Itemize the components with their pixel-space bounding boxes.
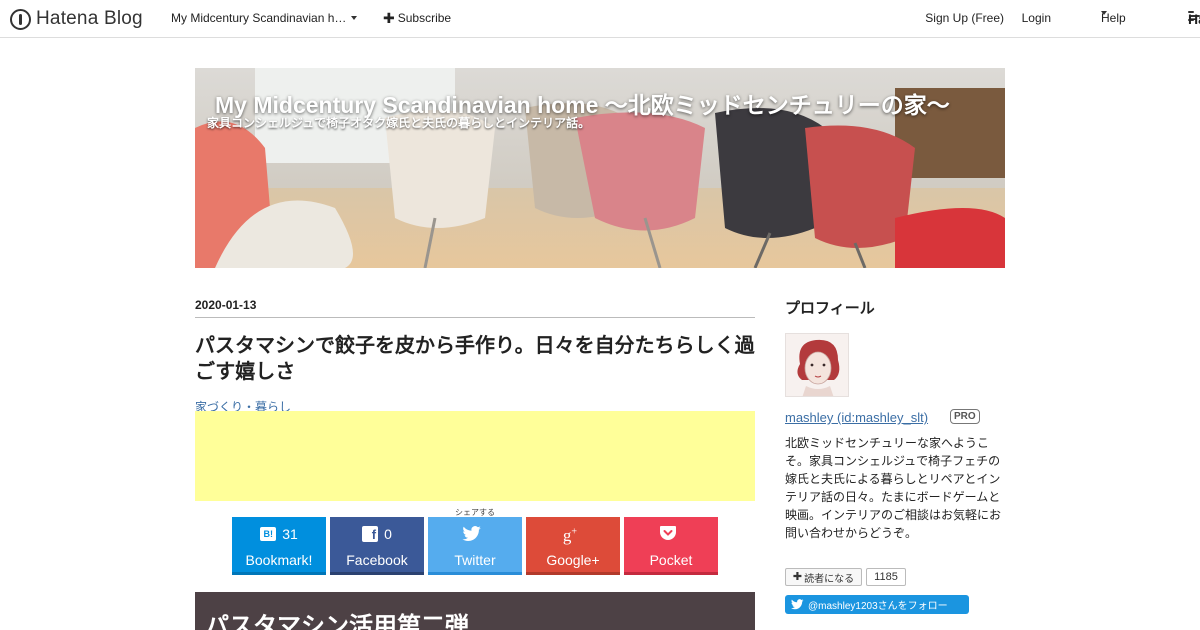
avatar[interactable] [785, 333, 849, 397]
subscribe-button[interactable]: ✚ Subscribe [383, 11, 451, 25]
entry-title[interactable]: パスタマシンで餃子を皮から手作り。日々を自分たちらしく過ごす嬉しさ [195, 333, 755, 385]
reader-count[interactable]: 1185 [866, 568, 906, 586]
hatena-blog-logo[interactable]: Hatena Blog [10, 8, 143, 30]
blog-description: 家具コンシェルジュで椅子オタク嫁氏と夫氏の暮らしとインテリア話。 [207, 116, 591, 130]
share-label-text: Google+ [546, 552, 600, 568]
share-label-text: Pocket [649, 552, 693, 568]
share-button-hatena[interactable]: B! 31 Bookmark! [232, 517, 326, 575]
blog-selector-label: My Midcentury Scandinavian h… [171, 11, 347, 25]
hatena-bookmark-icon: B! [260, 527, 277, 541]
reader-button-label: 読者になる [804, 573, 855, 585]
hatena-blog-logo-icon [10, 8, 31, 30]
plus-icon: ✚ [383, 10, 395, 26]
entry-date[interactable]: 2020-01-13 [195, 298, 755, 318]
share-count: 0 [384, 526, 392, 542]
share-button-pocket[interactable]: Pocket [624, 517, 718, 575]
logo-text: Hatena Blog [36, 8, 143, 29]
blog-header-banner[interactable]: My Midcentury Scandinavian home 〜北欧ミッドセン… [195, 68, 1005, 268]
google-plus-icon: g+ [562, 526, 578, 545]
share-bar [330, 572, 424, 575]
facebook-icon: f [362, 526, 379, 542]
section-heading: パスタマシン活用第二弾 [195, 592, 755, 630]
share-bar [232, 572, 326, 575]
share-button-googleplus[interactable]: g+ Google+ [526, 517, 620, 575]
subscribe-reader-button[interactable]: ✚ 読者になる [785, 568, 862, 586]
chevron-down-icon [351, 16, 358, 20]
share-bar [428, 572, 522, 575]
pocket-icon [660, 526, 676, 540]
share-bar [526, 572, 620, 575]
avatar-illustration [786, 334, 848, 396]
chevron-down-icon [1101, 11, 1107, 15]
share-count: 31 [282, 526, 298, 542]
pro-badge[interactable]: PRO [950, 409, 980, 424]
subscribe-label: Subscribe [397, 11, 452, 25]
twitter-icon [462, 526, 481, 541]
share-button-facebook[interactable]: f 0 Facebook [330, 517, 424, 575]
signup-link[interactable]: Sign Up (Free) [925, 11, 1004, 25]
blog-selector-dropdown[interactable]: My Midcentury Scandinavian h… [171, 11, 358, 25]
share-label-text: Facebook [346, 552, 408, 568]
share-label-text: Bookmark! [245, 552, 313, 568]
profile-name-link[interactable]: mashley (id:mashley_slt) [785, 410, 928, 425]
share-button-twitter[interactable]: Twitter [428, 517, 522, 575]
global-header: Hatena Blog My Midcentury Scandinavian h… [0, 0, 1200, 38]
profile-description: 北欧ミッドセンチュリーな家へようこそ。家具コンシェルジュで椅子フェチの嫁氏と夫氏… [785, 436, 1002, 540]
twitter-icon [791, 599, 804, 610]
advertisement-slot[interactable] [195, 411, 755, 501]
plus-icon: ✚ [792, 571, 803, 583]
profile-heading: プロフィール [785, 300, 875, 317]
login-link[interactable]: Login [1022, 11, 1051, 25]
share-label-text: Twitter [454, 552, 496, 568]
twitter-follow-button[interactable]: @mashley1203さんをフォロー [785, 595, 969, 614]
share-bar [624, 572, 718, 575]
follow-button-label: @mashley1203さんをフォロー [808, 601, 948, 612]
hatena-brand-label: Hatena [1188, 11, 1200, 27]
